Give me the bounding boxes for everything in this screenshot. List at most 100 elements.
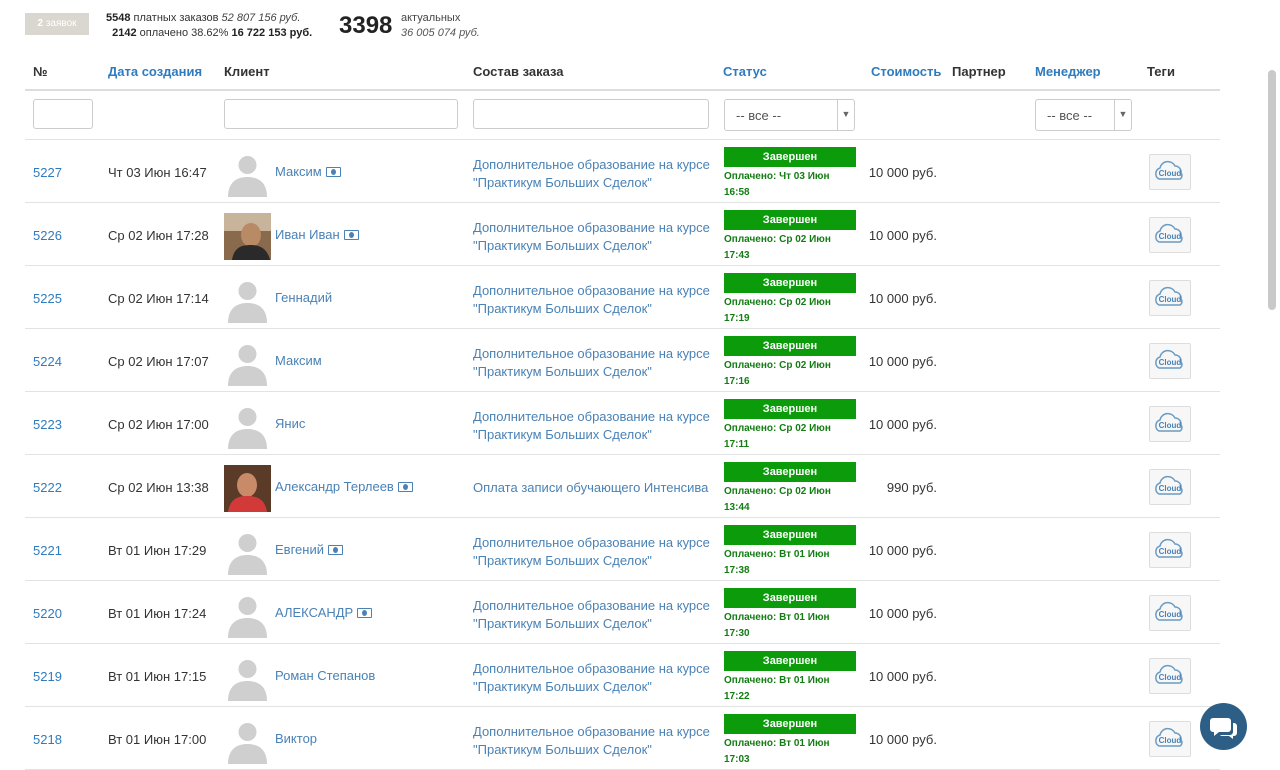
table-row[interactable]: 5225 Ср 02 Июн 17:14 Геннадий Дополнительно… <box>25 266 1220 329</box>
orders-table: № Дата создания Клиент Состав заказа Ста… <box>25 56 1220 770</box>
id-filter-input[interactable] <box>33 99 93 129</box>
order-id-link[interactable]: 5218 <box>33 732 62 747</box>
table-row[interactable]: 5218 Вт 01 Июн 17:00 Виктор Дополнительное … <box>25 707 1220 770</box>
actual-count: 3398 <box>339 12 393 39</box>
paid-date: Оплачено: Вт 01 Июн 17:30 <box>724 612 830 639</box>
status-badge: Завершен <box>724 525 856 545</box>
status-cell: Завершен Оплачено: Ср 02 Июн 17:43 <box>724 210 856 264</box>
col-status[interactable]: Статус <box>723 64 767 79</box>
client-name-link[interactable]: Иван Иван <box>275 227 359 242</box>
manager-filter-select[interactable]: -- все -- ▼ <box>1035 99 1132 131</box>
order-id-link[interactable]: 5225 <box>33 291 62 306</box>
order-content-link[interactable]: Дополнительное образование на курсе "Пра… <box>473 408 719 444</box>
scrollbar[interactable] <box>1268 70 1276 310</box>
status-cell: Завершен Оплачено: Ср 02 Июн 17:11 <box>724 399 856 453</box>
client-name-link[interactable]: Виктор <box>275 731 317 746</box>
paid-date: Оплачено: Ср 02 Июн 17:43 <box>724 234 831 261</box>
table-row[interactable]: 5223 Ср 02 Июн 17:00 Янис Дополнительное об… <box>25 392 1220 455</box>
client-name-link[interactable]: Максим <box>275 164 341 179</box>
order-id-link[interactable]: 5223 <box>33 417 62 432</box>
col-manager[interactable]: Менеджер <box>1035 64 1101 79</box>
status-badge: Завершен <box>724 273 856 293</box>
cash-icon <box>397 482 413 492</box>
order-content-link[interactable]: Дополнительное образование на курсе "Пра… <box>473 219 719 255</box>
status-badge: Завершен <box>724 147 856 167</box>
svg-text:Cloud: Cloud <box>1159 736 1182 745</box>
client-name-link[interactable]: Янис <box>275 416 305 431</box>
paid-date: Оплачено: Чт 03 Июн 16:58 <box>724 171 830 198</box>
order-content-link[interactable]: Дополнительное образование на курсе "Пра… <box>473 723 719 759</box>
cloud-payments-tag[interactable]: Cloud <box>1149 721 1191 757</box>
avatar <box>224 528 271 575</box>
client-name-link[interactable]: Геннадий <box>275 290 332 305</box>
table-header: № Дата создания Клиент Состав заказа Ста… <box>25 56 1220 91</box>
status-badge: Завершен <box>724 336 856 356</box>
cash-icon <box>343 230 359 240</box>
order-content-link[interactable]: Дополнительное образование на курсе "Пра… <box>473 660 719 696</box>
order-content-link[interactable]: Дополнительное образование на курсе "Пра… <box>473 534 719 570</box>
paid-date: Оплачено: Ср 02 Июн 17:19 <box>724 297 831 324</box>
client-name-link[interactable]: АЛЕКСАНДР <box>275 605 373 620</box>
requests-badge[interactable]: 2 заявок <box>25 13 89 35</box>
cloud-payments-tag[interactable]: Cloud <box>1149 280 1191 316</box>
table-row[interactable]: 5227 Чт 03 Июн 16:47 Максим Дополнительное … <box>25 140 1220 203</box>
cost-value: 10 000 руб. <box>868 669 937 684</box>
cloud-payments-tag[interactable]: Cloud <box>1149 217 1191 253</box>
order-id-link[interactable]: 5220 <box>33 606 62 621</box>
status-cell: Завершен Оплачено: Вт 01 Июн 17:03 <box>724 714 856 768</box>
cloud-icon: Cloud <box>1155 664 1183 684</box>
status-badge: Завершен <box>724 462 856 482</box>
created-date: Ср 02 Июн 17:14 <box>108 291 209 306</box>
cloud-payments-tag[interactable]: Cloud <box>1149 532 1191 568</box>
cloud-payments-tag[interactable]: Cloud <box>1149 658 1191 694</box>
chat-button[interactable] <box>1200 703 1247 750</box>
avatar <box>224 339 271 386</box>
table-row[interactable]: 5221 Вт 01 Июн 17:29 Евгений Дополнительное… <box>25 518 1220 581</box>
order-content-link[interactable]: Оплата записи обучающего Интенсива <box>473 479 719 497</box>
client-name-link[interactable]: Роман Степанов <box>275 668 375 683</box>
cloud-payments-tag[interactable]: Cloud <box>1149 469 1191 505</box>
table-row[interactable]: 5226 Ср 02 Июн 17:28 Иван Иван Дополнительн… <box>25 203 1220 266</box>
order-id-link[interactable]: 5219 <box>33 669 62 684</box>
client-filter-input[interactable] <box>224 99 458 129</box>
chat-icon <box>1210 718 1237 739</box>
table-row[interactable]: 5224 Ср 02 Июн 17:07 Максим Дополнительное … <box>25 329 1220 392</box>
avatar <box>224 654 271 701</box>
order-content-link[interactable]: Дополнительное образование на курсе "Пра… <box>473 345 719 381</box>
chevron-down-icon: ▼ <box>837 100 854 130</box>
svg-text:Cloud: Cloud <box>1159 295 1182 304</box>
cost-value: 10 000 руб. <box>868 606 937 621</box>
cloud-payments-tag[interactable]: Cloud <box>1149 595 1191 631</box>
order-id-link[interactable]: 5224 <box>33 354 62 369</box>
order-filter-input[interactable] <box>473 99 709 129</box>
cloud-icon: Cloud <box>1155 475 1183 495</box>
order-id-link[interactable]: 5222 <box>33 480 62 495</box>
status-filter-select[interactable]: -- все -- ▼ <box>724 99 855 131</box>
order-content-link[interactable]: Дополнительное образование на курсе "Пра… <box>473 282 719 318</box>
avatar <box>224 402 271 449</box>
created-date: Чт 03 Июн 16:47 <box>108 165 207 180</box>
table-row[interactable]: 5220 Вт 01 Июн 17:24 АЛЕКСАНДР Дополнительн… <box>25 581 1220 644</box>
svg-text:Cloud: Cloud <box>1159 610 1182 619</box>
col-created[interactable]: Дата создания <box>108 64 202 79</box>
client-name-link[interactable]: Александр Терлеев <box>275 479 413 494</box>
cloud-payments-tag[interactable]: Cloud <box>1149 343 1191 379</box>
client-name-link[interactable]: Максим <box>275 353 322 368</box>
cloud-payments-tag[interactable]: Cloud <box>1149 154 1191 190</box>
col-id[interactable]: № <box>33 64 48 79</box>
order-id-link[interactable]: 5227 <box>33 165 62 180</box>
order-id-link[interactable]: 5221 <box>33 543 62 558</box>
client-name-link[interactable]: Евгений <box>275 542 343 557</box>
table-row[interactable]: 5222 Ср 02 Июн 13:38 Александр Терлеев Опла… <box>25 455 1220 518</box>
order-content-link[interactable]: Дополнительное образование на курсе "Пра… <box>473 597 719 633</box>
svg-text:Cloud: Cloud <box>1159 358 1182 367</box>
paid-date: Оплачено: Вт 01 Июн 17:38 <box>724 549 830 576</box>
col-tags: Теги <box>1147 64 1175 79</box>
order-content-link[interactable]: Дополнительное образование на курсе "Пра… <box>473 156 719 192</box>
cost-value: 10 000 руб. <box>868 228 937 243</box>
cloud-payments-tag[interactable]: Cloud <box>1149 406 1191 442</box>
paid-date: Оплачено: Ср 02 Июн 17:11 <box>724 423 831 450</box>
table-row[interactable]: 5219 Вт 01 Июн 17:15 Роман Степанов Дополни… <box>25 644 1220 707</box>
order-id-link[interactable]: 5226 <box>33 228 62 243</box>
col-cost[interactable]: Стоимость <box>871 64 941 79</box>
